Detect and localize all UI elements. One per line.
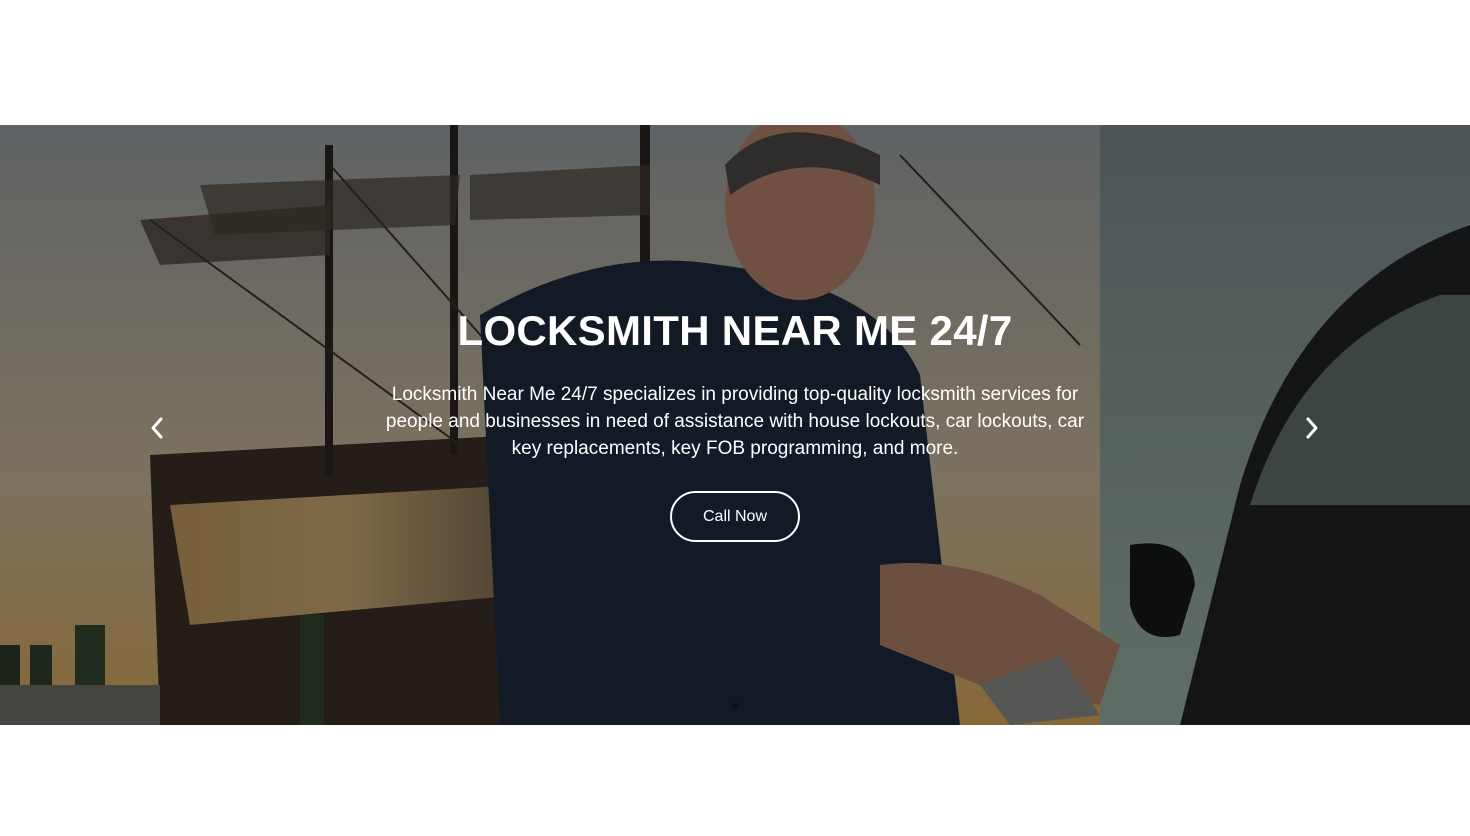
call-now-button[interactable]: Call Now bbox=[670, 491, 800, 542]
chevron-right-icon bbox=[1306, 417, 1318, 439]
carousel-prev-button[interactable] bbox=[137, 408, 177, 448]
chevron-left-icon bbox=[151, 417, 163, 439]
hero-description: Locksmith Near Me 24/7 specializes in pr… bbox=[385, 384, 1085, 459]
page: LOCKSMITH NEAR ME 24/7 Locksmith Near Me… bbox=[0, 0, 1470, 836]
hero-title: LOCKSMITH NEAR ME 24/7 bbox=[457, 307, 1013, 354]
carousel-next-button[interactable] bbox=[1292, 408, 1332, 448]
hero-carousel: LOCKSMITH NEAR ME 24/7 Locksmith Near Me… bbox=[0, 125, 1470, 725]
hero-content: LOCKSMITH NEAR ME 24/7 Locksmith Near Me… bbox=[0, 125, 1470, 725]
carousel-indicator-dot[interactable] bbox=[731, 703, 739, 710]
carousel-indicators bbox=[0, 703, 1470, 710]
